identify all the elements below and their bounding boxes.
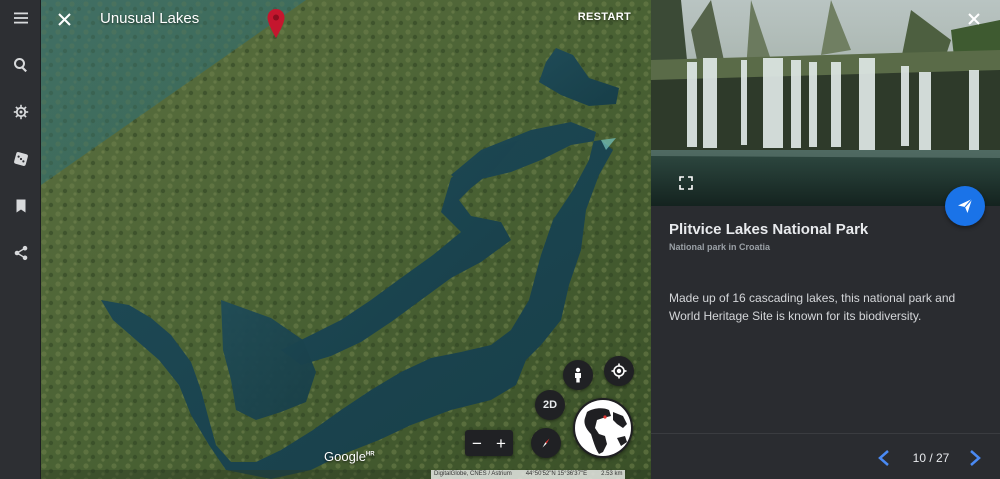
view-2d-toggle[interactable]: 2D [535, 390, 565, 420]
globe-icon [575, 400, 631, 456]
feeling-lucky-button[interactable] [0, 141, 41, 177]
coordinates-readout: 44°50'52"N 15°36'37"E [525, 471, 588, 477]
place-title: Plitvice Lakes National Park [669, 221, 869, 238]
page-counter: 10 / 27 [912, 451, 950, 465]
google-logo: GoogleHR [324, 449, 375, 464]
google-earth-app: Unusual Lakes RESTART 2D − + GoogleHR Di… [0, 0, 1000, 479]
chevron-left-icon [878, 450, 889, 466]
chevron-right-icon [970, 450, 981, 466]
close-card-button[interactable] [968, 12, 986, 30]
location-pin-icon[interactable] [267, 9, 285, 39]
hr-badge: HR [365, 451, 375, 458]
scale-label: 2.53 km [601, 471, 623, 477]
restart-button[interactable]: RESTART [578, 11, 631, 23]
tour-title: Unusual Lakes [100, 10, 200, 27]
zoom-in-button[interactable]: + [491, 435, 511, 452]
dice-icon [13, 152, 28, 166]
fly-to-button[interactable] [945, 186, 985, 226]
globe-minimap[interactable] [573, 398, 633, 458]
previous-button[interactable] [877, 449, 891, 467]
voyager-button[interactable] [0, 94, 41, 130]
map-viewport[interactable]: Unusual Lakes RESTART 2D − + GoogleHR Di… [41, 0, 651, 479]
menu-icon [13, 12, 28, 24]
pegman-button[interactable] [563, 360, 593, 390]
pegman-icon [575, 367, 581, 383]
zoom-controls: − + [465, 430, 513, 456]
search-icon [13, 58, 27, 73]
close-tour-button[interactable] [53, 8, 75, 30]
compass-button[interactable] [531, 428, 561, 458]
menu-button[interactable] [0, 0, 41, 36]
google-logo-text: Google [324, 449, 366, 464]
bookmark-icon [16, 199, 25, 213]
place-photo[interactable] [651, 0, 1000, 206]
fullscreen-icon[interactable] [679, 176, 693, 190]
search-button[interactable] [0, 47, 41, 83]
voyager-icon [13, 104, 28, 120]
share-icon [14, 245, 27, 261]
my-location-button[interactable] [604, 356, 634, 386]
target-icon [611, 363, 627, 379]
imagery-credit[interactable]: DigitalGlobe, CNES / Astrium [434, 470, 512, 479]
send-icon [958, 198, 973, 213]
share-button[interactable] [0, 235, 41, 271]
projects-button[interactable] [0, 188, 41, 224]
place-description: Made up of 16 cascading lakes, this nati… [669, 291, 956, 323]
close-icon [968, 13, 980, 25]
close-icon [57, 12, 71, 26]
place-subtitle: National park in Croatia [669, 242, 771, 252]
tour-navigation: 10 / 27 [651, 433, 1000, 479]
left-sidebar [0, 0, 41, 479]
map-attribution-bar: DigitalGlobe, CNES / Astrium 44°50'52"N … [431, 470, 626, 479]
waterfall-photo [651, 0, 1000, 206]
zoom-out-button[interactable]: − [467, 435, 487, 452]
compass-icon [542, 438, 550, 448]
next-button[interactable] [968, 449, 982, 467]
knowledge-card: Plitvice Lakes National Park National pa… [651, 0, 1000, 479]
